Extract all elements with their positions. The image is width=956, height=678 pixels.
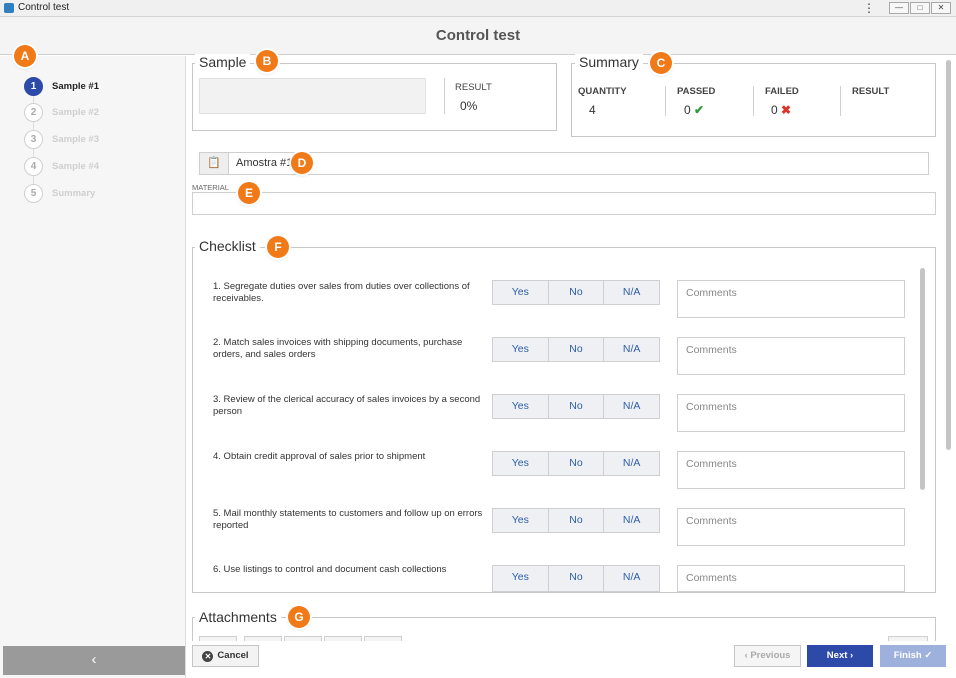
no-button[interactable]: No [548,451,605,476]
callout-badge-c: C [650,52,672,74]
step-label: Summary [52,188,96,199]
callout-badge-f: F [267,236,289,258]
clipboard-icon[interactable]: 📋 [199,152,229,175]
comments-field[interactable]: Comments [677,280,905,318]
step-label: Sample #1 [52,81,99,92]
step-number: 2 [24,103,43,122]
close-button[interactable]: ✕ [931,2,951,14]
window-title: Control test [18,2,70,13]
divider [753,86,754,116]
minimize-button[interactable]: — [889,2,909,14]
na-button[interactable]: N/A [604,508,661,533]
divider [840,86,841,116]
checklist-question: 2. Match sales invoices with shipping do… [213,337,463,360]
previous-button[interactable]: ‹ Previous [734,645,801,667]
step-label: Sample #2 [52,107,99,118]
na-button[interactable]: N/A [604,394,661,419]
no-button[interactable]: No [548,280,605,305]
checklist-title: Checklist [195,238,260,254]
yes-button[interactable]: Yes [492,280,549,305]
checklist-question: 6. Use listings to control and document … [213,564,447,575]
yes-button[interactable]: Yes [492,394,549,419]
failed-stat: 0 ✖ [771,103,791,117]
cancel-label: Cancel [217,650,249,661]
app-icon [4,3,14,13]
divider [665,86,666,116]
cancel-button[interactable]: ✕ Cancel [192,645,259,667]
attachments-title: Attachments [195,609,281,625]
no-button[interactable]: No [548,565,605,592]
answer-group: Yes No N/A [492,337,661,362]
chevron-left-icon: ‹ [91,651,97,668]
na-button[interactable]: N/A [604,337,661,362]
quantity-label: QUANTITY [578,86,627,97]
answer-group: Yes No N/A [492,280,661,305]
collapse-sidebar-button[interactable]: ‹ [3,646,185,675]
page-title: Control test [435,27,521,44]
step-number: 4 [24,157,43,176]
passed-label: PASSED [677,86,716,97]
material-input[interactable] [192,192,936,215]
window-titlebar: Control test ⋮ — □ ✕ [0,0,956,17]
checklist-question: 5. Mail monthly statements to customers … [213,508,483,531]
checklist-scrollbar[interactable] [920,268,925,490]
step-number: 5 [24,184,43,203]
na-button[interactable]: N/A [604,280,661,305]
next-button[interactable]: Next › [807,645,873,667]
callout-badge-a: A [14,45,36,67]
yes-button[interactable]: Yes [492,565,549,592]
page-header: Control test [0,17,956,55]
failed-label: FAILED [765,86,799,97]
vertical-dots-icon[interactable]: ⋮ [863,1,875,15]
summary-title: Summary [575,54,643,70]
checklist-question: 1. Segregate duties over sales from duti… [213,281,470,304]
close-circle-icon: ✕ [202,651,214,662]
answer-group: Yes No N/A [492,451,661,476]
callout-badge-e: E [238,182,260,204]
main-scrollbar[interactable] [946,60,951,450]
check-icon: ✔ [694,103,705,117]
divider [444,78,445,114]
summary-result-label: RESULT [852,86,890,97]
na-button[interactable]: N/A [604,451,661,476]
steps-sidebar: 1 Sample #1 2 Sample #2 3 Sample #3 4 Sa… [0,56,186,678]
finish-button[interactable]: Finish ✓ [880,645,946,667]
comments-field[interactable]: Comments [677,394,905,432]
cross-icon: ✖ [781,103,792,117]
yes-button[interactable]: Yes [492,451,549,476]
callout-badge-b: B [256,50,278,72]
step-number: 3 [24,130,43,149]
yes-button[interactable]: Yes [492,337,549,362]
no-button[interactable]: No [548,337,605,362]
comments-field[interactable]: Comments [677,508,905,546]
step-label: Sample #3 [52,134,99,145]
step-label: Sample #4 [52,161,99,172]
passed-stat: 0 ✔ [684,103,704,117]
sample-result-value: 0% [460,99,478,113]
answer-group: Yes No N/A [492,508,661,533]
comments-field[interactable]: Comments [677,565,905,592]
failed-value: 0 [771,103,778,117]
answer-group: Yes No N/A [492,394,661,419]
checklist-question: 3. Review of the clerical accuracy of sa… [213,394,481,417]
sample-select-value: Amostra #1 [236,157,293,169]
sample-title: Sample [195,54,251,70]
step-number: 1 [24,77,43,96]
no-button[interactable]: No [548,394,605,419]
no-button[interactable]: No [548,508,605,533]
yes-button[interactable]: Yes [492,508,549,533]
answer-group: Yes No N/A [492,565,660,592]
maximize-button[interactable]: □ [910,2,930,14]
comments-field[interactable]: Comments [677,337,905,375]
checklist-question: 4. Obtain credit approval of sales prior… [213,451,426,462]
na-button[interactable]: N/A [604,565,660,592]
callout-badge-d: D [291,152,313,174]
quantity-value: 4 [589,103,596,117]
material-label: MATERIAL [192,183,229,192]
callout-badge-g: G [288,606,310,628]
sample-result-label: RESULT [455,82,492,93]
sample-progress-box [199,78,426,114]
passed-value: 0 [684,103,691,117]
comments-field[interactable]: Comments [677,451,905,489]
